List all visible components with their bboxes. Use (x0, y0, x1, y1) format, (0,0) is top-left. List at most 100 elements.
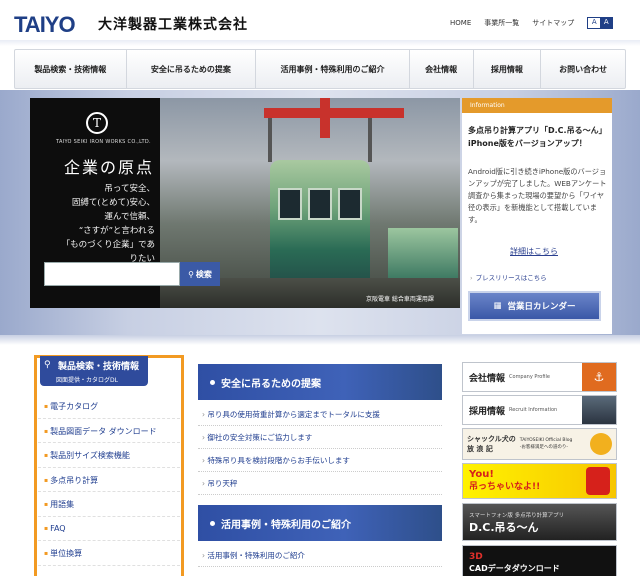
font-large-button[interactable]: A (600, 18, 613, 28)
hero-slogan-line: 運んで信頼、 (104, 212, 155, 222)
font-size-switcher: A A (587, 17, 614, 29)
logo[interactable]: TAIYO (14, 12, 76, 38)
character-icon (586, 467, 610, 495)
blog-banner-sub: TAIYOSEIKI Official Blog -お客様満足への道のり- (520, 437, 573, 451)
search-icon: ⚲ (188, 269, 194, 279)
app-banner-text: スマートフォン版 多点吊り計算アプリ D.C.吊る〜ん (469, 510, 564, 534)
you-line1: You! (469, 469, 494, 480)
blog-sub1: TAIYOSEIKI Official Blog (519, 438, 573, 443)
company-banner-title: 会社情報 (469, 373, 506, 384)
safety-link[interactable]: 吊り天秤 (198, 472, 442, 495)
safety-link[interactable]: 特殊吊り具を検討段階からお手伝いします (198, 449, 442, 472)
app-line2: D.C.吊る〜ん (469, 521, 539, 534)
hero-band-fade (0, 335, 640, 345)
products-subtitle: 図面提供・カタログDL (56, 377, 118, 384)
product-link-faq[interactable]: FAQ (38, 517, 180, 541)
company-banner[interactable]: 会社情報 Company Profile ⚓ (462, 362, 617, 392)
cases-section-header[interactable]: 活用事例・特殊利用のご紹介 (198, 505, 442, 541)
safety-link[interactable]: 御社の安全対策にご協力します (198, 426, 442, 449)
train-window (308, 188, 332, 220)
global-nav: 製品検索・技術情報 安全に吊るための提案 活用事例・特殊利用のご紹介 会社情報 … (14, 49, 626, 89)
company-banner-sub: Company Profile (509, 374, 550, 380)
blog-banner-text: シャックル犬の 放 浪 記 (467, 434, 516, 454)
bullet-icon (210, 379, 215, 385)
nav-cases[interactable]: 活用事例・特殊利用のご紹介 (256, 50, 410, 88)
nav-recruit[interactable]: 採用情報 (474, 50, 542, 88)
products-heading: ⚲ 製品検索・技術情報 図面提供・カタログDL (40, 356, 148, 386)
recruit-banner[interactable]: 採用情報 Recruit Information (462, 395, 617, 425)
font-small-button[interactable]: A (588, 18, 601, 28)
header-divider (0, 40, 640, 46)
recruit-banner-title: 採用情報 (469, 406, 506, 417)
search-button-label: 検索 (195, 269, 212, 279)
safety-section-title: 安全に吊るための提案 (221, 378, 321, 390)
calendar-icon: ▦ (493, 301, 502, 311)
nav-contact[interactable]: お問い合わせ (541, 50, 625, 88)
calendar-button-label: 営業日カレンダー (507, 302, 576, 312)
press-release-link[interactable]: › プレスリリースはこちら (470, 272, 547, 282)
bullet-icon (210, 520, 215, 526)
train-illustration (270, 160, 370, 280)
press-release-label: プレスリリースはこちら (475, 274, 547, 282)
safety-link[interactable]: 吊り具の使用荷重計算から選定までトータルに支援 (198, 403, 442, 426)
cases-link[interactable]: 活用事例・特殊利用のご紹介 (198, 544, 442, 567)
safety-links: 吊り具の使用荷重計算から選定までトータルに支援 御社の安全対策にご協力します 特… (198, 403, 442, 495)
products-list: 電子カタログ 製品図面データ ダウンロード 製品別サイズ検索機能 多点吊り計算 … (38, 394, 180, 566)
info-title: 多点吊り計算アプリ「D.C.吊る〜ん」iPhone版をバージョンアップ！ (468, 126, 607, 148)
crane-beam (264, 108, 404, 118)
hero-title: 企業の原点 (64, 158, 155, 177)
product-link-unit[interactable]: 単位換算 (38, 541, 180, 566)
offices-link[interactable]: 事業所一覧 (484, 18, 519, 28)
home-link[interactable]: HOME (450, 19, 471, 27)
cad-banner[interactable]: 3D CADデータダウンロード (462, 545, 617, 576)
search-icon: ⚲ (44, 360, 51, 370)
nav-company[interactable]: 会社情報 (410, 50, 474, 88)
company-name: 大洋製器工業株式会社 (98, 17, 248, 33)
recruit-banner-sub: Recruit Information (509, 407, 558, 413)
you-line2: 吊っちゃいなよ!! (469, 482, 541, 492)
you-banner[interactable]: You! 吊っちゃいなよ!! (462, 463, 617, 499)
crane-cable (268, 118, 272, 162)
hero-company-en: TAIYO SEIKI IRON WORKS CO.,LTD. (56, 139, 151, 145)
cases-links: 活用事例・特殊利用のご紹介 (198, 544, 442, 567)
hook-icon: ⚓ (582, 363, 616, 391)
nav-products[interactable]: 製品検索・技術情報 (15, 50, 127, 88)
top-links: HOME 事業所一覧 サイトマップ A A (450, 17, 614, 29)
photo-caption: 京阪電車 総合車両運用課 (366, 296, 434, 303)
product-link-multipoint[interactable]: 多点吊り計算 (38, 468, 180, 492)
app-banner[interactable]: スマートフォン版 多点吊り計算アプリ D.C.吊る〜ん (462, 503, 617, 541)
cad-line2: CADデータダウンロード (469, 564, 560, 573)
dog-character-icon (590, 433, 612, 455)
sitemap-link[interactable]: サイトマップ (532, 18, 574, 28)
info-detail-link[interactable]: 詳細はこちら (510, 246, 558, 257)
product-link-size-search[interactable]: 製品別サイズ検索機能 (38, 443, 180, 468)
info-body: Android版に引き続きiPhone版のバージョンアップが完了しました。WEB… (468, 167, 607, 224)
product-link-drawings[interactable]: 製品図面データ ダウンロード (38, 419, 180, 443)
safety-section-header[interactable]: 安全に吊るための提案 (198, 364, 442, 400)
search-button[interactable]: ⚲ 検索 (180, 262, 220, 286)
nav-safety[interactable]: 安全に吊るための提案 (127, 50, 257, 88)
product-link-catalog[interactable]: 電子カタログ (38, 394, 180, 419)
cad-banner-text: 3D CADデータダウンロード (469, 552, 560, 574)
crane-cable-2 (368, 118, 372, 162)
calendar-button[interactable]: ▦ 営業日カレンダー (468, 291, 601, 321)
info-label: Information (462, 98, 612, 113)
hero-slogan-line: “さすが”と言われる (78, 226, 155, 236)
cases-section-title: 活用事例・特殊利用のご紹介 (221, 519, 351, 531)
hero-slogan-line: 固縛て(とめて)安心、 (71, 198, 155, 208)
hero-logo-icon: T (86, 112, 108, 134)
product-link-glossary[interactable]: 用語集 (38, 492, 180, 517)
crane-post (320, 98, 330, 138)
people-photo (582, 396, 616, 424)
blog-line2: 放 浪 記 (467, 445, 493, 453)
blog-line1: シャックル犬の (467, 435, 516, 443)
blog-sub2: -お客様満足への道のり- (519, 445, 569, 450)
train-window (338, 188, 362, 220)
arrow-icon: › (470, 274, 473, 282)
search-input[interactable] (44, 262, 180, 286)
cad-line1: 3D (469, 552, 483, 562)
blog-banner[interactable]: シャックル犬の 放 浪 記 TAIYOSEIKI Official Blog -… (462, 428, 617, 460)
hero-slogan: 吊って安全、 固縛て(とめて)安心、 運んで信頼、 “さすが”と言われる 「もの… (60, 182, 155, 266)
hero-slogan-line: 吊って安全、 (104, 184, 155, 194)
you-banner-text: You! 吊っちゃいなよ!! (469, 468, 540, 494)
